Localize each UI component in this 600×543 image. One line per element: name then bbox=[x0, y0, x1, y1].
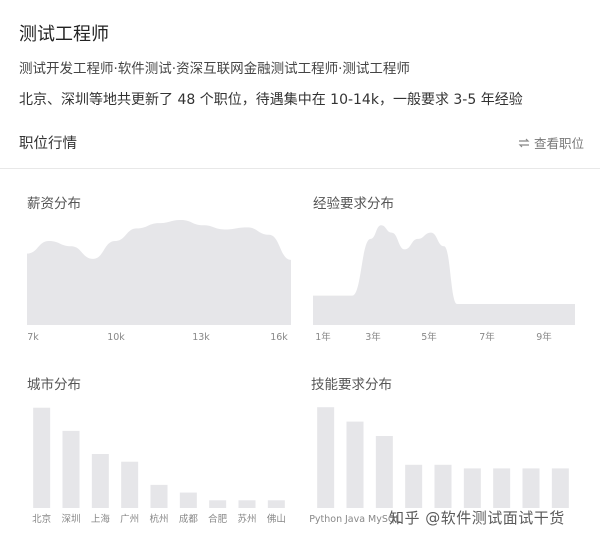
skill-category-label: Java bbox=[344, 514, 365, 525]
skill-bar bbox=[434, 464, 452, 508]
city-bar bbox=[33, 407, 51, 508]
experience-area bbox=[313, 225, 575, 325]
city-chart-title: 城市分布 bbox=[27, 377, 81, 393]
city-category-label: 苏州 bbox=[237, 513, 256, 525]
divider bbox=[0, 168, 600, 169]
job-header: 测试工程师 测试开发工程师·软件测试·资深互联网金融测试工程师·测试工程师 北京… bbox=[0, 0, 600, 170]
city-category-label: 佛山 bbox=[267, 513, 286, 525]
city-bar bbox=[62, 430, 80, 508]
skill-bar bbox=[375, 436, 393, 508]
city-bar bbox=[91, 454, 109, 508]
city-bar bbox=[179, 492, 197, 508]
watermark: 知乎 @软件测试面试干货 bbox=[389, 509, 565, 527]
city-category-label: 北京 bbox=[32, 513, 51, 525]
experience-tick-label: 3年 bbox=[365, 331, 381, 343]
section-label: 职位行情 bbox=[19, 136, 77, 152]
skill-bar bbox=[493, 468, 511, 508]
city-category-label: 杭州 bbox=[149, 513, 168, 525]
skill-bar bbox=[317, 407, 335, 508]
experience-chart-title: 经验要求分布 bbox=[313, 196, 394, 212]
experience-tick-label: 7年 bbox=[479, 331, 495, 343]
city-bar bbox=[267, 500, 285, 508]
city-category-label: 深圳 bbox=[61, 514, 80, 525]
skill-bar bbox=[346, 421, 364, 508]
salary-area bbox=[27, 220, 291, 325]
experience-tick-label: 9年 bbox=[536, 331, 552, 343]
skill-bar bbox=[551, 468, 569, 508]
view-jobs-label: 查看职位 bbox=[533, 136, 584, 151]
salary-tick-label: 13k bbox=[192, 332, 210, 343]
city-bar bbox=[238, 500, 256, 508]
city-chart: 北京 深圳 上海 广州 杭州 成都 合肥 苏州 佛山 bbox=[32, 407, 286, 525]
page-title: 测试工程师 bbox=[19, 24, 109, 45]
city-category-label: 成都 bbox=[179, 513, 199, 525]
salary-tick-label: 10k bbox=[107, 332, 125, 343]
salary-tick-label: 16k bbox=[270, 332, 288, 343]
skill-category-label: Python bbox=[309, 514, 342, 525]
salary-tick-label: 7k bbox=[27, 332, 39, 343]
experience-tick-label: 1年 bbox=[315, 331, 331, 343]
city-category-label: 上海 bbox=[91, 513, 111, 525]
city-bar bbox=[121, 461, 139, 508]
city-category-label: 广州 bbox=[120, 513, 139, 525]
view-jobs-button[interactable]: 查看职位 bbox=[518, 133, 584, 152]
experience-chart: 1年 3年 5年 7年 9年 bbox=[313, 225, 575, 343]
related-titles: 测试开发工程师·软件测试·资深互联网金融测试工程师·测试工程师 bbox=[19, 61, 410, 77]
city-bar bbox=[209, 500, 227, 508]
experience-tick-label: 5年 bbox=[421, 331, 437, 343]
skill-bar bbox=[463, 468, 481, 508]
skill-bar bbox=[522, 468, 540, 508]
city-bar bbox=[150, 484, 168, 508]
skill-chart-title: 技能要求分布 bbox=[311, 377, 392, 393]
swap-arrows-icon bbox=[518, 138, 530, 147]
skill-bar bbox=[405, 464, 423, 508]
city-category-label: 合肥 bbox=[208, 513, 228, 525]
salary-chart: 7k 10k 13k 16k bbox=[27, 220, 291, 343]
market-summary: 北京、深圳等地共更新了 48 个职位，待遇集中在 10-14k，一般要求 3-5… bbox=[19, 92, 523, 108]
salary-chart-title: 薪资分布 bbox=[27, 196, 81, 212]
